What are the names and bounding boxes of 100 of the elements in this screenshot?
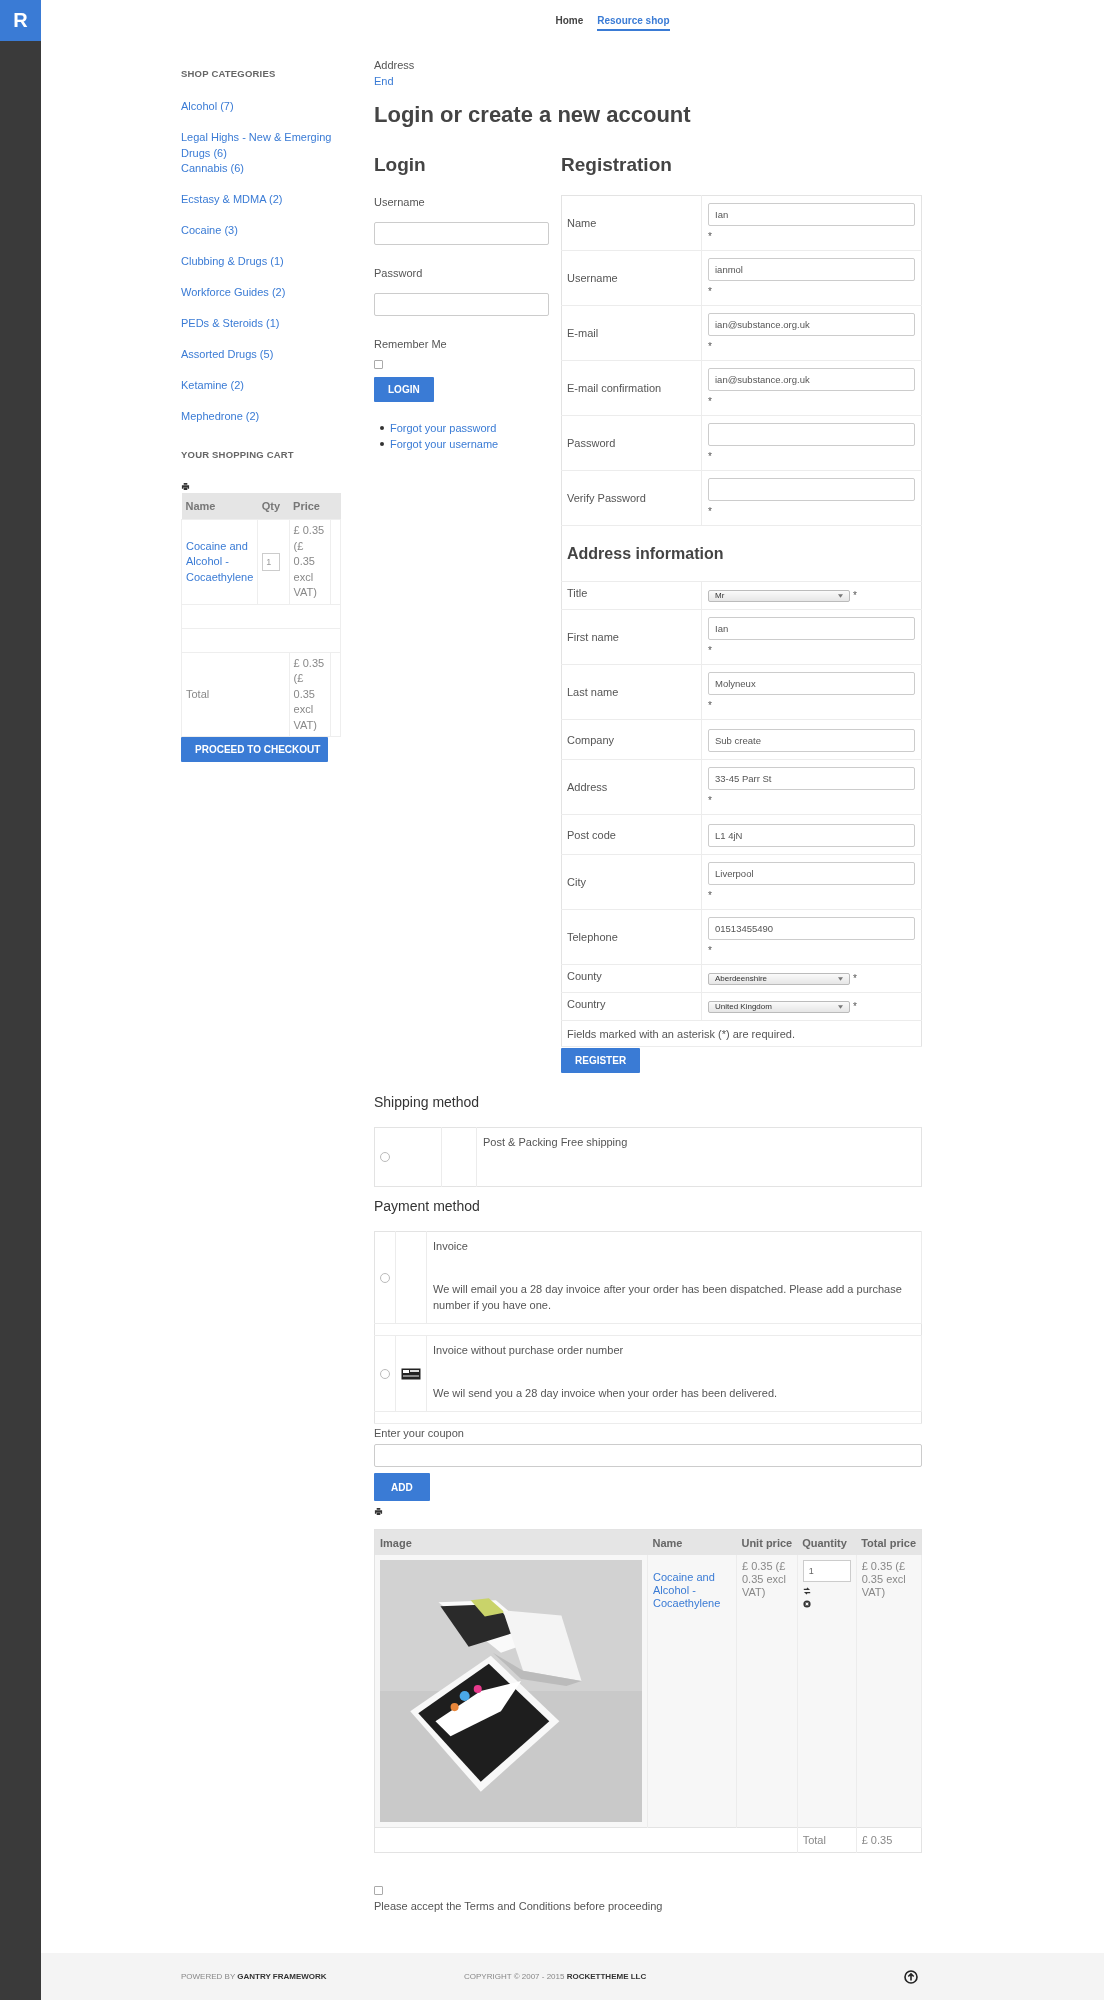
field-label: City bbox=[567, 876, 586, 888]
logo[interactable]: R bbox=[0, 0, 41, 41]
required-mark: * bbox=[708, 231, 712, 242]
field-label: Company bbox=[567, 733, 615, 746]
category-link[interactable]: Cannabis (6) bbox=[181, 160, 341, 176]
nav-link[interactable]: Resource shop bbox=[597, 15, 670, 31]
add-button[interactable]: ADD bbox=[374, 1473, 430, 1501]
caret-icon bbox=[838, 593, 843, 598]
required-mark: * bbox=[708, 286, 712, 297]
text-field[interactable]: 01513455490 bbox=[708, 917, 915, 940]
checkbox[interactable] bbox=[374, 1886, 383, 1895]
text-field[interactable]: 33-45 Parr St bbox=[708, 767, 915, 790]
printer-icon[interactable] bbox=[374, 1507, 383, 1516]
forgot-link[interactable]: Forgot your username bbox=[390, 438, 499, 450]
text-field[interactable]: ianmol bbox=[708, 258, 915, 281]
dropdown[interactable]: United Kingdom bbox=[708, 1000, 850, 1013]
quantity-field[interactable]: 1 bbox=[802, 1560, 851, 1582]
checkout-button[interactable]: PROCEED TO CHECKOUT bbox=[181, 737, 328, 762]
section-title: Shipping method bbox=[374, 1094, 481, 1110]
table-cell: Total bbox=[181, 652, 290, 737]
field-label: Telephone bbox=[567, 931, 618, 943]
field-label: Title bbox=[567, 587, 588, 599]
field-label: Country bbox=[567, 998, 606, 1010]
field-label: Remember Me bbox=[374, 337, 448, 351]
register-button[interactable]: REGISTER bbox=[561, 1048, 641, 1073]
text-field[interactable]: Sub create bbox=[708, 729, 915, 752]
section-title: Registration bbox=[561, 154, 673, 176]
field-label: Post code bbox=[567, 828, 616, 841]
text-field[interactable]: Ian bbox=[708, 617, 915, 640]
table-cell: £ 0.35 (£ 0.35 excl VAT) bbox=[856, 1555, 922, 1828]
category-link[interactable]: Alcohol (7) bbox=[181, 98, 341, 114]
category-link[interactable]: Ecstasy & MDMA (2) bbox=[181, 191, 341, 207]
password-field[interactable] bbox=[374, 293, 549, 316]
column-header: Quantity bbox=[797, 1529, 857, 1555]
nav-link[interactable]: Home bbox=[555, 15, 584, 29]
footer-text: POWERED BY GANTRY FRAMEWORK bbox=[181, 1972, 328, 1981]
field-label: Last name bbox=[567, 686, 619, 698]
update-icon[interactable] bbox=[802, 1587, 811, 1595]
text-field[interactable]: Ian bbox=[708, 203, 915, 226]
category-link[interactable]: Clubbing & Drugs (1) bbox=[181, 253, 341, 269]
required-mark: * bbox=[853, 972, 857, 984]
dropdown[interactable]: Mr bbox=[708, 589, 850, 602]
category-link[interactable]: Cocaine (3) bbox=[181, 222, 341, 238]
required-mark: * bbox=[708, 890, 712, 901]
page-title: Login or create a new account bbox=[374, 102, 692, 128]
coupon-field[interactable] bbox=[374, 1444, 922, 1467]
field-label: Username bbox=[374, 195, 426, 209]
footer-text: COPYRIGHT © 2007 - 2015 ROCKETTHEME LLC bbox=[464, 1972, 648, 1981]
table-cell: £ 0.35 (£ 0.35 excl VAT) bbox=[289, 652, 331, 737]
required-mark: * bbox=[708, 341, 712, 352]
section-title: Login bbox=[374, 154, 427, 176]
payment-card-icon bbox=[401, 1367, 421, 1380]
section-heading: YOUR SHOPPING CART bbox=[181, 449, 295, 460]
text-field[interactable] bbox=[708, 478, 915, 501]
field-label: Address bbox=[567, 781, 608, 793]
required-mark: * bbox=[708, 645, 712, 656]
field-label: First name bbox=[567, 631, 619, 643]
field-label: Password bbox=[374, 266, 424, 280]
printer-icon[interactable] bbox=[181, 482, 190, 491]
column-header: Image bbox=[374, 1529, 648, 1555]
table-cell: Total bbox=[797, 1827, 857, 1853]
category-link[interactable]: Ketamine (2) bbox=[181, 377, 341, 393]
category-link[interactable]: Workforce Guides (2) bbox=[181, 284, 341, 300]
category-link[interactable]: PEDs & Steroids (1) bbox=[181, 315, 341, 331]
section-title: Payment method bbox=[374, 1198, 481, 1214]
forgot-link[interactable]: Forgot your password bbox=[390, 422, 497, 434]
category-link[interactable]: Assorted Drugs (5) bbox=[181, 346, 341, 362]
required-mark: * bbox=[853, 1000, 857, 1012]
field-label: Password bbox=[567, 437, 616, 449]
section-heading: SHOP CATEGORIES bbox=[181, 68, 277, 79]
breadcrumb-link[interactable]: End bbox=[374, 75, 394, 87]
column-header: Qty bbox=[257, 493, 290, 520]
required-mark: * bbox=[708, 396, 712, 407]
login-button[interactable]: LOGIN bbox=[374, 377, 434, 402]
text-field[interactable]: ian@substance.org.uk bbox=[708, 313, 915, 336]
field-label: E-mail bbox=[567, 327, 599, 339]
text-field[interactable]: Liverpool bbox=[708, 862, 915, 885]
text-field[interactable]: L1 4jN bbox=[708, 824, 915, 847]
breadcrumb-item: Address bbox=[374, 59, 415, 71]
quantity-field[interactable]: 1 bbox=[262, 552, 281, 571]
column-header: Total price bbox=[856, 1529, 922, 1555]
checkbox[interactable] bbox=[374, 360, 383, 369]
terms-label: Please accept the Terms and Conditions before proceeding bbox=[374, 1899, 664, 1914]
dropdown[interactable]: Aberdeenshire bbox=[708, 972, 850, 985]
field-label: E-mail confirmation bbox=[567, 382, 662, 394]
required-mark: * bbox=[853, 589, 857, 601]
table-cell: £ 0.35 (£ 0.35 excl VAT) bbox=[736, 1555, 798, 1828]
payment-option-title: Invoice without purchase order number bbox=[433, 1343, 625, 1358]
scroll-top-icon[interactable] bbox=[904, 1969, 918, 1984]
required-mark: * bbox=[708, 451, 712, 462]
remove-icon[interactable] bbox=[802, 1600, 811, 1608]
username-field[interactable] bbox=[374, 222, 549, 245]
text-field[interactable]: ian@substance.org.uk bbox=[708, 368, 915, 391]
product-link[interactable]: Cocaine and Alcohol - Cocaethylene bbox=[653, 1571, 731, 1610]
shipping-option: Post & Packing Free shipping bbox=[483, 1136, 628, 1148]
category-link[interactable]: Mephedrone (2) bbox=[181, 408, 341, 424]
text-field[interactable]: Molyneux bbox=[708, 672, 915, 695]
column-header: Name bbox=[647, 1529, 737, 1555]
text-field[interactable] bbox=[708, 423, 915, 446]
category-link[interactable]: Legal Highs - New & Emerging Drugs (6) bbox=[181, 129, 341, 161]
